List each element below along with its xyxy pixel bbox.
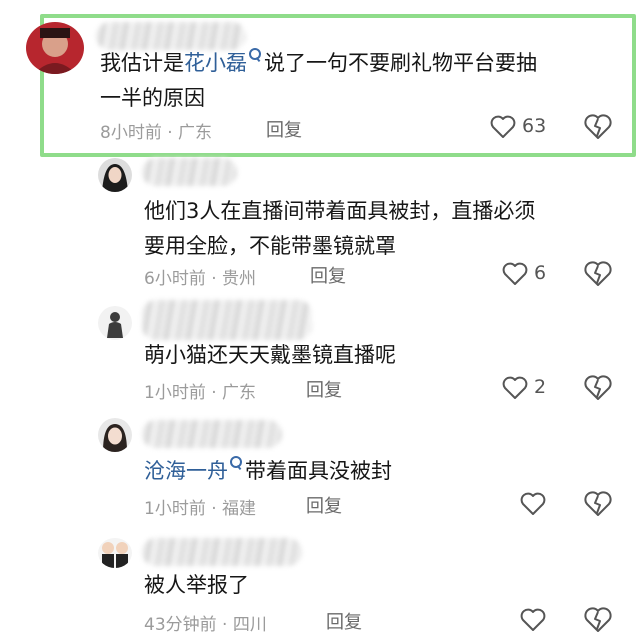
comment-meta: 43分钟前 · 四川 xyxy=(144,615,267,635)
comment-text: 沧海一舟 带着面具没被封 xyxy=(144,454,624,489)
user-avatar[interactable] xyxy=(98,418,132,452)
comment-meta: 6小时前 · 贵州 xyxy=(144,269,257,289)
comment-text: 他们3人在直播间带着面具被封，直播必须 要用全脸，不能带墨镜就罩 xyxy=(144,199,536,258)
search-icon xyxy=(248,47,261,65)
broken-heart-icon[interactable] xyxy=(584,114,612,140)
like-count: 63 xyxy=(522,115,547,137)
like-count: 2 xyxy=(534,376,547,398)
heart-icon[interactable] xyxy=(502,262,528,286)
username-blurred[interactable] xyxy=(142,158,237,186)
heart-icon[interactable] xyxy=(490,115,516,139)
reply-button[interactable]: 回复 xyxy=(310,262,346,288)
search-icon xyxy=(229,455,242,473)
heart-icon[interactable] xyxy=(520,608,546,632)
reply-button[interactable]: 回复 xyxy=(306,376,342,402)
like-count: 6 xyxy=(534,262,547,284)
mention-link[interactable]: 花小磊 xyxy=(184,51,247,75)
username-blurred[interactable] xyxy=(142,420,282,448)
user-avatar[interactable] xyxy=(26,22,84,74)
heart-icon[interactable] xyxy=(520,492,546,516)
comment-meta: 8小时前 · 广东 xyxy=(100,123,213,143)
heart-icon[interactable] xyxy=(502,376,528,400)
comment-meta: 1小时前 · 广东 xyxy=(144,383,257,403)
user-avatar[interactable] xyxy=(98,538,132,568)
previous-comment-fragment: •• xyxy=(300,0,329,9)
comment-text: 萌小猫还天天戴墨镜直播呢 xyxy=(144,343,396,367)
user-avatar[interactable] xyxy=(98,158,132,192)
user-avatar[interactable] xyxy=(98,306,132,340)
reply-button[interactable]: 回复 xyxy=(306,492,342,518)
comment-text: 被人举报了 xyxy=(144,573,249,597)
broken-heart-icon[interactable] xyxy=(584,375,612,401)
mention-link[interactable]: 沧海一舟 xyxy=(144,459,228,483)
reply-button[interactable]: 回复 xyxy=(326,608,362,634)
username-blurred[interactable] xyxy=(142,538,302,566)
broken-heart-icon[interactable] xyxy=(584,491,612,517)
comment-meta: 1小时前 · 福建 xyxy=(144,499,257,519)
broken-heart-icon[interactable] xyxy=(584,261,612,287)
comment-text: 我估计是花小磊 说了一句不要刷礼物平台要抽 一半的原因 xyxy=(100,46,620,116)
username-blurred[interactable] xyxy=(142,300,312,340)
reply-button[interactable]: 回复 xyxy=(266,116,302,142)
broken-heart-icon[interactable] xyxy=(584,607,612,633)
